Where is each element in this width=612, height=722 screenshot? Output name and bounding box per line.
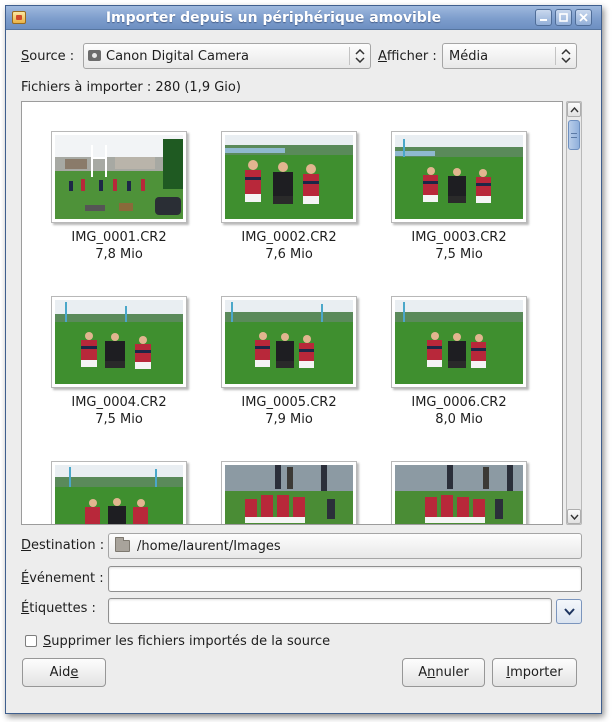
thumbnail-frame — [221, 296, 357, 388]
vertical-scrollbar[interactable] — [566, 101, 582, 525]
show-label: Afficher : — [378, 49, 437, 64]
up-down-arrows-icon — [561, 49, 571, 63]
photo-thumbnail — [55, 135, 183, 219]
destination-label: Destination : — [21, 538, 105, 553]
show-combo[interactable]: Média — [442, 43, 577, 69]
arrow-down-icon — [570, 514, 579, 520]
thumbnail-frame — [391, 131, 527, 223]
thumbnail-frame — [51, 296, 187, 388]
tags-dropdown-button[interactable] — [556, 599, 582, 624]
source-label: Source : — [21, 49, 75, 64]
maximize-icon — [559, 13, 568, 22]
file-name: IMG_0006.CR2 — [411, 395, 507, 410]
thumbnail-frame — [391, 461, 527, 524]
minimize-icon — [540, 19, 547, 21]
maximize-button[interactable] — [555, 9, 572, 26]
cancel-button[interactable]: Annuler — [402, 658, 485, 687]
event-input[interactable] — [108, 566, 582, 592]
thumbnail-frame — [51, 131, 187, 223]
source-value: Canon Digital Camera — [106, 49, 249, 64]
files-summary: Fichiers à importer : 280 (1,9 Gio) — [21, 80, 241, 95]
destination-chooser[interactable]: /home/laurent/Images — [108, 533, 582, 559]
import-button[interactable]: Importer — [492, 658, 577, 687]
photo-thumbnail — [225, 465, 353, 524]
destination-path: /home/laurent/Images — [137, 539, 281, 554]
photo-thumbnail — [395, 465, 523, 524]
photo-thumbnail — [225, 135, 353, 219]
minimize-button[interactable] — [535, 9, 552, 26]
scroll-down-button[interactable] — [567, 509, 581, 524]
title-bar[interactable]: Importer depuis un périphérique amovible — [6, 6, 601, 30]
thumbnail-frame — [391, 296, 527, 388]
thumbnail-grid[interactable]: IMG_0001.CR2 7,8 Mio IMG_0002.CR2 7,6 Mi… — [21, 101, 563, 525]
tags-input[interactable] — [108, 598, 552, 624]
photo-thumbnail — [225, 300, 353, 384]
file-size: 8,0 Mio — [435, 412, 483, 427]
file-name: IMG_0002.CR2 — [241, 230, 337, 245]
scrollbar-thumb[interactable] — [568, 120, 580, 150]
tags-label: Étiquettes : — [21, 601, 96, 616]
scroll-up-button[interactable] — [567, 102, 581, 117]
file-name: IMG_0004.CR2 — [71, 395, 167, 410]
file-name: IMG_0005.CR2 — [241, 395, 337, 410]
up-down-arrows-icon — [355, 49, 365, 63]
file-size: 7,5 Mio — [95, 412, 143, 427]
close-button[interactable] — [575, 9, 592, 26]
photo-thumbnail — [55, 465, 183, 524]
file-size: 7,9 Mio — [265, 412, 313, 427]
help-button[interactable]: Aide — [22, 658, 106, 687]
thumbnail-frame — [221, 461, 357, 524]
delete-source-checkbox[interactable] — [25, 635, 37, 647]
event-label: Événement : — [21, 571, 104, 586]
import-dialog: Importer depuis un périphérique amovible… — [5, 5, 602, 714]
arrow-up-icon — [570, 107, 579, 113]
source-combo[interactable]: Canon Digital Camera — [83, 43, 371, 69]
folder-icon — [115, 537, 130, 552]
camera-icon — [88, 50, 101, 61]
close-icon — [579, 13, 588, 22]
file-size: 7,5 Mio — [435, 247, 483, 262]
photo-thumbnail — [395, 135, 523, 219]
photo-thumbnail — [55, 300, 183, 384]
show-value: Média — [449, 49, 489, 64]
delete-source-label[interactable]: Supprimer les fichiers importés de la so… — [43, 634, 330, 649]
window-title: Importer depuis un périphérique amovible — [105, 10, 442, 26]
file-size: 7,8 Mio — [95, 247, 143, 262]
file-size: 7,6 Mio — [265, 247, 313, 262]
chevron-down-icon — [564, 608, 575, 616]
thumbnail-frame — [221, 131, 357, 223]
photo-thumbnail — [395, 300, 523, 384]
thumbnail-frame — [51, 461, 187, 524]
file-name: IMG_0003.CR2 — [411, 230, 507, 245]
file-name: IMG_0001.CR2 — [71, 230, 167, 245]
